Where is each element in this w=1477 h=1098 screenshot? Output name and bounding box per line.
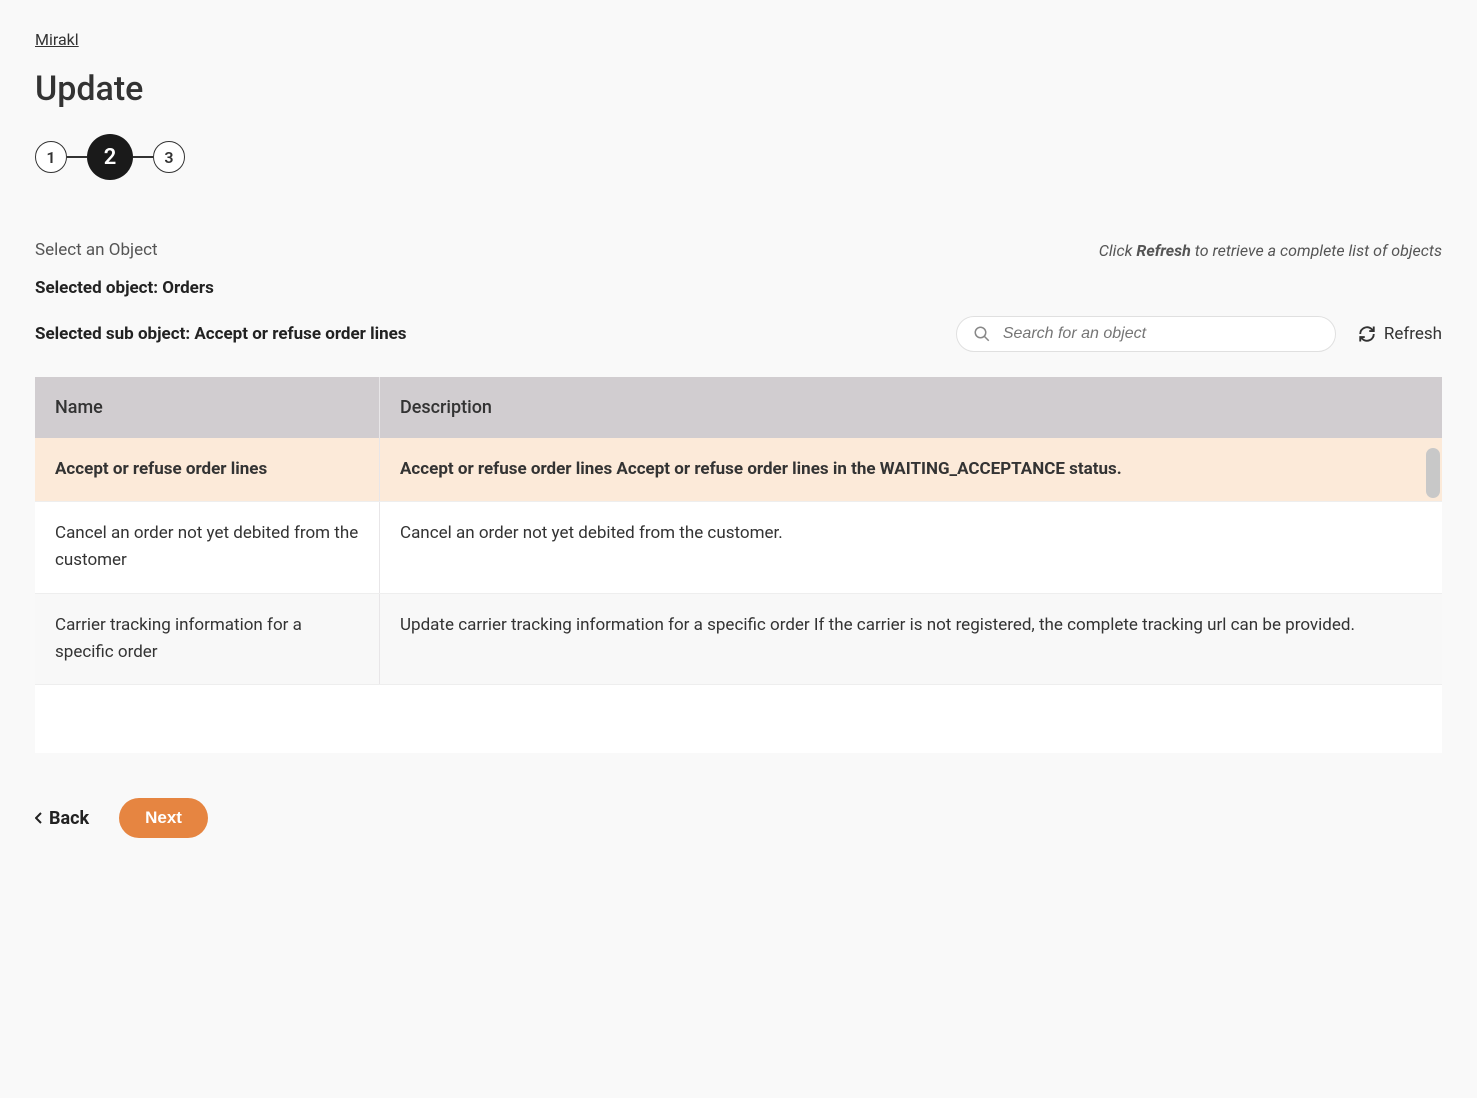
table-row[interactable]: Accept or refuse order lines Accept or r… (35, 438, 1442, 502)
table-header: Name Description (35, 377, 1442, 438)
stepper: 1 2 3 (35, 134, 1442, 180)
back-button[interactable]: Back (35, 808, 89, 829)
step-3[interactable]: 3 (153, 141, 185, 173)
selected-sub-object-label: Selected sub object: Accept or refuse or… (35, 324, 407, 344)
step-line (67, 156, 87, 158)
table-body: Accept or refuse order lines Accept or r… (35, 438, 1442, 753)
page-title: Update (35, 69, 1442, 109)
search-box[interactable] (956, 316, 1336, 352)
cell-description: Accept or refuse order lines Accept or r… (380, 438, 1442, 501)
chevron-left-icon (35, 812, 43, 824)
cell-description: Update carrier tracking information for … (380, 594, 1442, 684)
step-2[interactable]: 2 (87, 134, 133, 180)
scrollbar-thumb[interactable] (1426, 448, 1440, 498)
refresh-button[interactable]: Refresh (1358, 324, 1442, 344)
table-row[interactable]: Carrier tracking information for a speci… (35, 594, 1442, 685)
refresh-icon (1358, 325, 1376, 343)
cell-description: Cancel an order not yet debited from the… (380, 502, 1442, 592)
footer-actions: Back Next (35, 798, 1442, 838)
cell-name: Cancel an order not yet debited from the… (35, 502, 380, 592)
column-header-description: Description (380, 377, 1442, 438)
cell-name: Accept or refuse order lines (35, 438, 380, 501)
search-icon (973, 325, 991, 343)
refresh-label: Refresh (1384, 324, 1442, 344)
next-button[interactable]: Next (119, 798, 208, 838)
breadcrumb-link[interactable]: Mirakl (35, 30, 79, 49)
back-label: Back (49, 808, 89, 829)
step-1[interactable]: 1 (35, 141, 67, 173)
column-header-name: Name (35, 377, 380, 438)
section-label: Select an Object (35, 240, 158, 260)
step-line (133, 156, 153, 158)
search-input[interactable] (1003, 325, 1319, 343)
selected-object-label: Selected object: Orders (35, 278, 1442, 298)
table-row[interactable]: Cancel an order not yet debited from the… (35, 502, 1442, 593)
cell-name: Carrier tracking information for a speci… (35, 594, 380, 684)
refresh-hint: Click Refresh to retrieve a complete lis… (1099, 241, 1442, 260)
object-table: Name Description Accept or refuse order … (35, 377, 1442, 753)
